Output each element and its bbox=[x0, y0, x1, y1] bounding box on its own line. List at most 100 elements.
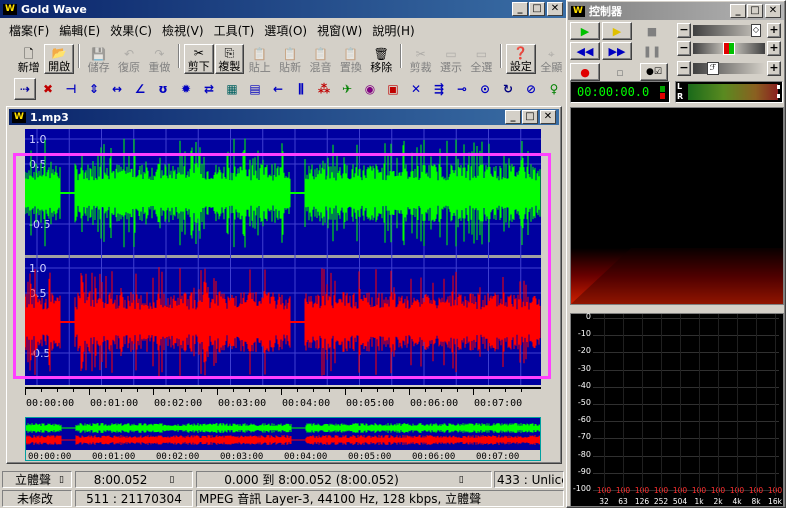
effect-button-8[interactable]: ⇄ bbox=[198, 78, 220, 100]
control-minimize-button[interactable]: _ bbox=[730, 4, 746, 18]
timeline-tick bbox=[153, 389, 154, 395]
effect-button-23[interactable]: ♀ bbox=[543, 78, 565, 100]
toolbar-label: 設定 bbox=[509, 60, 532, 73]
effect-button-3[interactable]: ⇕ bbox=[83, 78, 105, 100]
effect-button-17[interactable]: ✕ bbox=[405, 78, 427, 100]
effect-button-12[interactable]: ⫼ bbox=[290, 78, 312, 100]
menu-item[interactable]: 編輯(E) bbox=[54, 22, 105, 39]
volume-slider[interactable]: − ◇ + bbox=[677, 23, 781, 39]
toolbar-button-2[interactable]: 💾 儲存 bbox=[84, 44, 113, 74]
effect-button-21[interactable]: ↻ bbox=[497, 78, 519, 100]
toolbar-label: 移除 bbox=[370, 61, 393, 74]
paste-icon: 📋 bbox=[252, 47, 268, 61]
overview-svg: 00:00:00 00:01:00 00:02:00 00:03:00 00:04:00… bbox=[26, 423, 540, 461]
menu-item[interactable]: 效果(C) bbox=[105, 22, 157, 39]
menu-item[interactable]: 工具(T) bbox=[209, 22, 260, 39]
toolbar-button-11[interactable]: 🗑 移除 bbox=[367, 44, 396, 74]
timeline-minor-tick bbox=[249, 389, 250, 392]
play-selection-button[interactable]: ▶ bbox=[602, 22, 632, 40]
effect-button-16[interactable]: ▣ bbox=[382, 78, 404, 100]
spectrum-grid bbox=[593, 335, 779, 337]
effect-button-15[interactable]: ◉ bbox=[359, 78, 381, 100]
spectrum-y-label: -30 bbox=[577, 363, 591, 373]
overview-time-label: 00:01:00 bbox=[92, 452, 135, 461]
effect-button-4[interactable]: ↔ bbox=[106, 78, 128, 100]
minimize-button[interactable]: _ bbox=[512, 2, 528, 16]
overview-time-label: 00:05:00 bbox=[348, 452, 391, 461]
toolbar-button-16[interactable]: ⌖ 全顯 bbox=[537, 44, 566, 74]
toolbar-button-13[interactable]: ▭ 選示 bbox=[436, 44, 465, 74]
toolbar-button-7[interactable]: 📋 貼上 bbox=[245, 44, 274, 74]
menu-item[interactable]: 視窗(W) bbox=[312, 22, 367, 39]
effect-button-10[interactable]: ▤ bbox=[244, 78, 266, 100]
toolbar-button-14[interactable]: ▭ 全選 bbox=[467, 44, 496, 74]
status-channels: 立體聲 ▯ bbox=[2, 471, 72, 488]
wave-title-bar[interactable]: W 1.mp3 _ □ ✕ bbox=[9, 109, 559, 125]
control-title-bar[interactable]: W 控制器 _ □ ✕ bbox=[568, 2, 784, 20]
effect-button-20[interactable]: ⊙ bbox=[474, 78, 496, 100]
toolbar-button-9[interactable]: 📋 混音 bbox=[306, 44, 335, 74]
visual-display[interactable] bbox=[570, 107, 784, 305]
toolbar-button-4[interactable]: ↷ 重做 bbox=[145, 44, 174, 74]
record-mode-toggle[interactable]: ●☑ bbox=[640, 63, 668, 81]
maximize-button[interactable]: □ bbox=[529, 2, 545, 16]
effect-button-7[interactable]: ✹ bbox=[175, 78, 197, 100]
toolbar-button-15[interactable]: ❓ 設定 bbox=[506, 44, 536, 74]
effect-button-9[interactable]: ▦ bbox=[221, 78, 243, 100]
toolbar-button-1[interactable]: 📂 開啟 bbox=[44, 44, 74, 74]
timeline-label: 00:02:00 bbox=[154, 398, 203, 409]
menu-item[interactable]: 說明(H) bbox=[367, 22, 419, 39]
speed-thumb-icon[interactable]: ℱ bbox=[707, 62, 719, 75]
control-maximize-button[interactable]: □ bbox=[747, 4, 763, 18]
stop-button[interactable]: ■ bbox=[642, 22, 662, 40]
timeline-ruler[interactable]: 00:00:00 00:01:00 00:02:00 00:03:00 00:04:00… bbox=[25, 387, 541, 415]
wave-close-button[interactable]: ✕ bbox=[540, 110, 556, 124]
timeline-tick bbox=[473, 389, 474, 395]
control-close-button[interactable]: ✕ bbox=[765, 4, 781, 18]
effect-button-18[interactable]: ⇶ bbox=[428, 78, 450, 100]
timeline-minor-tick bbox=[233, 389, 234, 392]
effect-button-2[interactable]: ⊣ bbox=[60, 78, 82, 100]
toolbar-button-10[interactable]: 📋 置換 bbox=[336, 44, 365, 74]
rewind-button[interactable]: ◀◀ bbox=[570, 42, 600, 60]
volume-thumb-icon[interactable]: ◇ bbox=[751, 24, 761, 37]
toolbar-button-3[interactable]: ↶ 復原 bbox=[114, 44, 143, 74]
toolbar-button-5[interactable]: ✂ 剪下 bbox=[184, 44, 214, 74]
effect-button-22[interactable]: ⊘ bbox=[520, 78, 542, 100]
play-button[interactable]: ▶ bbox=[570, 22, 600, 40]
effect-button-13[interactable]: ⁂ bbox=[313, 78, 335, 100]
wave-minimize-button[interactable]: _ bbox=[505, 110, 521, 124]
main-title-bar[interactable]: W Gold Wave _ □ ✕ bbox=[0, 0, 566, 18]
close-button[interactable]: ✕ bbox=[547, 2, 563, 16]
effect-button-11[interactable]: ← bbox=[267, 78, 289, 100]
main-window-title: Gold Wave bbox=[21, 2, 87, 16]
effect-button-6[interactable]: ʊ bbox=[152, 78, 174, 100]
record-button[interactable]: ● bbox=[570, 63, 600, 81]
toolbar-button-8[interactable]: 📋 貼新 bbox=[275, 44, 304, 74]
pause-button[interactable]: ❚❚ bbox=[642, 42, 662, 60]
balance-slider[interactable]: − + bbox=[677, 41, 781, 57]
balance-thumb-icon[interactable] bbox=[723, 42, 735, 55]
menu-item[interactable]: 檔案(F) bbox=[4, 22, 54, 39]
record-pause-button[interactable]: ▫ bbox=[610, 63, 630, 81]
new-button[interactable]: 🗋 新增 bbox=[14, 44, 43, 74]
menu-item[interactable]: 檢視(V) bbox=[157, 22, 209, 39]
effect-button-0[interactable]: ⇢ bbox=[14, 78, 36, 100]
speed-slider[interactable]: − ℱ + bbox=[677, 61, 781, 77]
effect-button-5[interactable]: ∠ bbox=[129, 78, 151, 100]
overview-display[interactable]: 00:00:00 00:01:00 00:02:00 00:03:00 00:04:00… bbox=[25, 417, 541, 461]
menu-item[interactable]: 選項(O) bbox=[259, 22, 312, 39]
fast-forward-button[interactable]: ▶▶ bbox=[602, 42, 632, 60]
effect-button-1[interactable]: ✖ bbox=[37, 78, 59, 100]
effect-button-14[interactable]: ✈ bbox=[336, 78, 358, 100]
spectrum-x-label: 32 bbox=[599, 497, 609, 506]
show-all-icon: ⌖ bbox=[547, 47, 555, 61]
trim-icon: ✂ bbox=[415, 47, 426, 61]
selection-rectangle[interactable] bbox=[13, 153, 551, 379]
wave-maximize-button[interactable]: □ bbox=[522, 110, 538, 124]
toolbar-button-12[interactable]: ✂ 剪裁 bbox=[406, 44, 435, 74]
toolbar-button-6[interactable]: ⎘ 複製 bbox=[214, 44, 245, 74]
spectrum-display[interactable]: 0-10-20-30-40-50-60-70-80-90-10032100631… bbox=[570, 312, 784, 507]
effect-button-19[interactable]: ⊸ bbox=[451, 78, 473, 100]
goldwave-logo-icon: W bbox=[3, 3, 17, 15]
